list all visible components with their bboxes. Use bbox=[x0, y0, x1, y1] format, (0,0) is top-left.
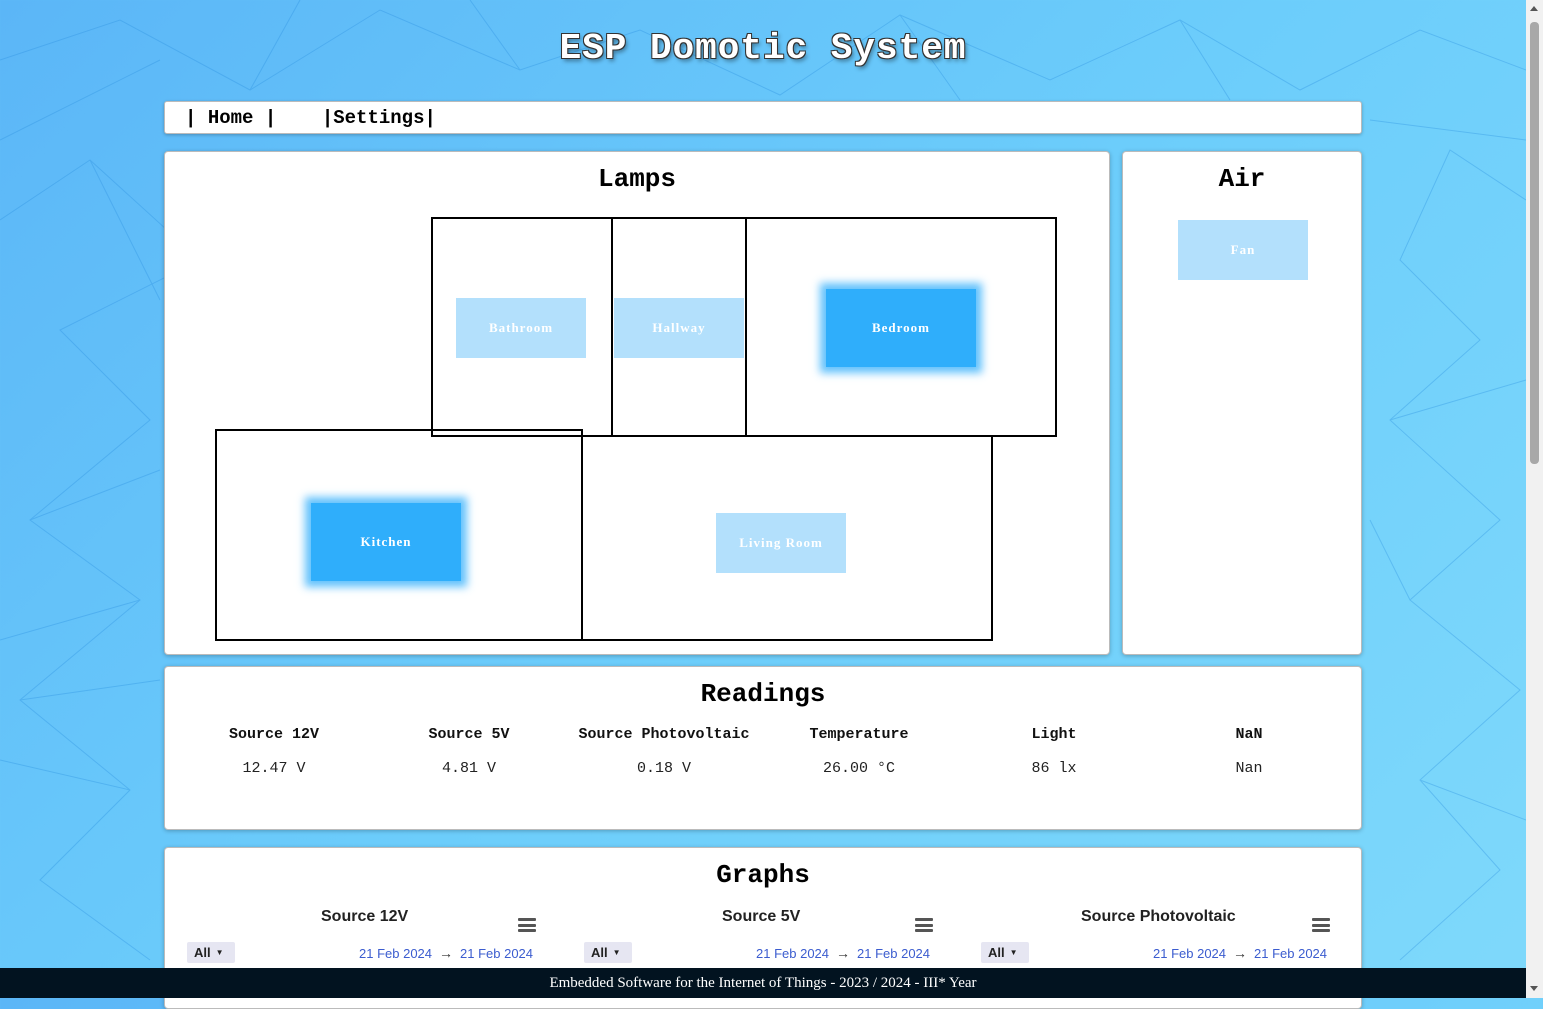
air-title: Air bbox=[1218, 164, 1266, 194]
lamp-living-room-button[interactable]: Living Room bbox=[716, 513, 846, 573]
hamburger-menu-icon[interactable] bbox=[1312, 918, 1330, 932]
date-to[interactable]: 21 Feb 2024 bbox=[857, 946, 930, 961]
reading-label: Source 5V bbox=[428, 726, 510, 743]
reading-light: Light 86 lx bbox=[956, 726, 1152, 777]
date-to[interactable]: 21 Feb 2024 bbox=[1254, 946, 1327, 961]
nav-bar: | Home | | Settings | bbox=[164, 101, 1362, 134]
reading-value: 26.00 °C bbox=[822, 760, 895, 777]
readings-panel: Readings Source 12V 12.47 V Source 5V 4.… bbox=[164, 666, 1362, 830]
date-to[interactable]: 21 Feb 2024 bbox=[460, 946, 533, 961]
reading-temperature: Temperature 26.00 °C bbox=[761, 726, 957, 777]
date-from[interactable]: 21 Feb 2024 bbox=[1153, 946, 1226, 961]
hamburger-menu-icon[interactable] bbox=[915, 918, 933, 932]
scroll-down-arrow-icon[interactable] bbox=[1530, 986, 1538, 991]
readings-title: Readings bbox=[700, 679, 826, 709]
date-from[interactable]: 21 Feb 2024 bbox=[756, 946, 829, 961]
caret-down-icon: ▼ bbox=[1009, 948, 1018, 957]
nav-separator: | bbox=[424, 106, 436, 129]
date-from[interactable]: 21 Feb 2024 bbox=[359, 946, 432, 961]
range-label: All bbox=[988, 945, 1005, 960]
reading-label: Source Photovoltaic bbox=[578, 726, 750, 743]
caret-down-icon: ▼ bbox=[612, 948, 621, 957]
reading-value: 12.47 V bbox=[242, 760, 306, 777]
reading-label: Light bbox=[1031, 726, 1077, 743]
reading-value: 0.18 V bbox=[636, 760, 691, 777]
reading-label: Temperature bbox=[809, 726, 909, 743]
range-dropdown[interactable]: All ▼ bbox=[584, 942, 632, 963]
range-label: All bbox=[591, 945, 608, 960]
scroll-up-arrow-icon[interactable] bbox=[1530, 6, 1538, 11]
reading-label: NaN bbox=[1235, 726, 1263, 743]
lamps-title: Lamps bbox=[597, 164, 676, 194]
arrow-right-icon: → bbox=[1233, 945, 1248, 961]
reading-value: 4.81 V bbox=[441, 760, 496, 777]
lamp-kitchen-button[interactable]: Kitchen bbox=[311, 503, 461, 581]
arrow-right-icon: → bbox=[836, 945, 851, 961]
nav-separator: | bbox=[185, 106, 208, 129]
graph-title: Source 5V bbox=[722, 908, 801, 925]
lamp-bedroom-button[interactable]: Bedroom bbox=[826, 289, 976, 367]
range-dropdown[interactable]: All ▼ bbox=[187, 942, 235, 963]
range-label: All bbox=[194, 945, 211, 960]
vertical-scrollbar[interactable] bbox=[1526, 0, 1543, 998]
reading-source-photovoltaic: Source Photovoltaic 0.18 V bbox=[566, 726, 762, 777]
reading-value: Nan bbox=[1235, 760, 1263, 777]
scrollbar-thumb[interactable] bbox=[1530, 22, 1539, 464]
lamp-bathroom-button[interactable]: Bathroom bbox=[456, 298, 586, 358]
date-range[interactable]: 21 Feb 2024 → 21 Feb 2024 bbox=[359, 945, 533, 961]
range-dropdown[interactable]: All ▼ bbox=[981, 942, 1029, 963]
graph-title: Source 12V bbox=[321, 908, 409, 925]
arrow-right-icon: → bbox=[439, 945, 454, 961]
footer: Embedded Software for the Internet of Th… bbox=[0, 968, 1526, 998]
lamps-panel: Lamps Bathroom Hallway Bedroom Kitchen L… bbox=[164, 151, 1110, 655]
date-range[interactable]: 21 Feb 2024 → 21 Feb 2024 bbox=[756, 945, 930, 961]
fan-button[interactable]: Fan bbox=[1178, 220, 1308, 280]
date-range[interactable]: 21 Feb 2024 → 21 Feb 2024 bbox=[1153, 945, 1327, 961]
reading-nan: NaN Nan bbox=[1151, 726, 1347, 777]
nav-home-link[interactable]: Home bbox=[208, 107, 254, 129]
air-panel: Air Fan bbox=[1122, 151, 1362, 655]
nav-separator: | | bbox=[253, 106, 334, 129]
reading-source-5v: Source 5V 4.81 V bbox=[371, 726, 567, 777]
graphs-title: Graphs bbox=[716, 860, 810, 890]
caret-down-icon: ▼ bbox=[215, 948, 224, 957]
app-title: ESP Domotic System bbox=[559, 28, 967, 69]
reading-value: 86 lx bbox=[1031, 760, 1077, 777]
reading-source-12v: Source 12V 12.47 V bbox=[176, 726, 372, 777]
nav-settings-link[interactable]: Settings bbox=[333, 107, 424, 129]
graph-title: Source Photovoltaic bbox=[1081, 908, 1236, 925]
reading-label: Source 12V bbox=[228, 726, 319, 743]
hamburger-menu-icon[interactable] bbox=[518, 918, 536, 932]
lamp-hallway-button[interactable]: Hallway bbox=[614, 298, 744, 358]
